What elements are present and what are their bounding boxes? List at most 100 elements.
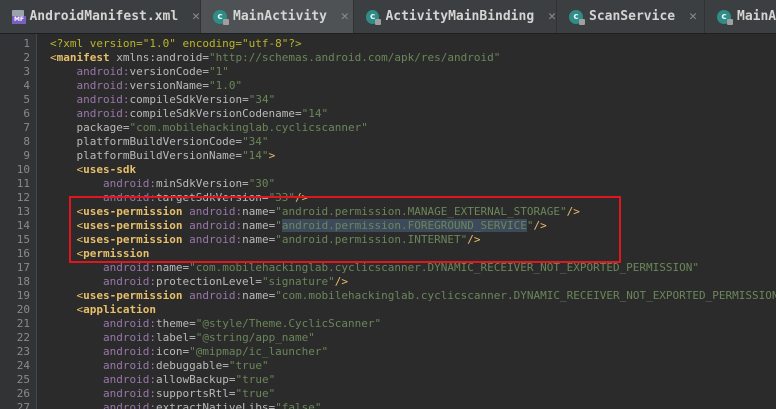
tab-activity-main-binding[interactable]: c ActivityMainBinding ✕	[354, 0, 557, 33]
code-token: name=	[242, 205, 276, 218]
close-icon[interactable]: ✕	[192, 9, 200, 24]
code-token: >	[268, 149, 276, 162]
code-token: android:	[50, 93, 130, 106]
code-line[interactable]: 3 android:versionCode="1"	[0, 65, 776, 79]
code-text: android:name="com.mobilehackinglab.cycli…	[50, 261, 699, 275]
code-line[interactable]: 26 android:supportsRtl="true"	[0, 387, 776, 401]
line-number: 19	[16, 289, 30, 302]
line-number: 13	[16, 205, 30, 218]
code-token: <	[50, 205, 84, 218]
tab-main-activity[interactable]: c MainActivity ✕	[201, 0, 354, 33]
code-token: label=	[155, 331, 196, 344]
line-number: 26	[16, 387, 30, 400]
code-text: android:protectionLevel="signature"/>	[50, 275, 348, 289]
code-line[interactable]: 20 <application	[0, 303, 776, 317]
code-token: android:	[50, 261, 156, 274]
code-text: platformBuildVersionCode="34"	[50, 135, 268, 149]
line-number: 23	[16, 345, 30, 358]
code-line[interactable]: 18 android:protectionLevel="signature"/>	[0, 275, 776, 289]
tab-android-manifest[interactable]: MF AndroidManifest.xml ✕	[0, 0, 201, 33]
code-token: />	[467, 233, 481, 246]
code-token: android:	[182, 219, 243, 232]
code-token: "com.mobilehackinglab.cyclicscanner.DYNA…	[189, 261, 700, 274]
code-token: <	[50, 51, 57, 64]
code-token: <	[50, 163, 84, 176]
code-token: uses-permission	[83, 205, 183, 218]
code-token: "http://schemas.android.com/apk/res/andr…	[208, 51, 501, 64]
close-icon[interactable]: ✕	[689, 9, 697, 24]
code-line[interactable]: 25 android:allowBackup="true"	[0, 373, 776, 387]
code-token: />	[533, 219, 547, 232]
code-line[interactable]: 2 <manifest xmlns:android="http://schemas…	[0, 51, 776, 65]
code-token: icon=	[155, 345, 190, 358]
code-token: android:	[182, 289, 243, 302]
line-number: 18	[16, 275, 30, 288]
code-line[interactable]: 6 android:compileSdkVersionCodename="14"	[0, 107, 776, 121]
code-line[interactable]: 10 <uses-sdk	[0, 163, 776, 177]
code-line[interactable]: 21 android:theme="@style/Theme.CyclicSca…	[0, 317, 776, 331]
code-line[interactable]: 23 android:icon="@mipmap/ic_launcher"	[0, 345, 776, 359]
code-text: <permission	[50, 247, 149, 261]
code-token: "1.0"	[208, 79, 243, 92]
code-token: allowBackup=	[155, 373, 236, 386]
code-token: android:	[50, 359, 156, 372]
tab-label: ActivityMainBinding	[385, 9, 535, 24]
code-token: uses-sdk	[83, 163, 137, 176]
code-token: "14"	[242, 149, 269, 162]
line-number: 7	[23, 121, 30, 134]
code-line[interactable]: 7 package="com.mobilehackinglab.cyclicsc…	[0, 121, 776, 135]
code-line[interactable]: 19 <uses-permission android:name="com.mo…	[0, 289, 776, 303]
tab-main-ac-truncated[interactable]: c MainAc	[705, 0, 776, 33]
code-line[interactable]: 27 android:extractNativeLibs="false"	[0, 401, 776, 409]
tab-scan-service[interactable]: c ScanService ✕	[557, 0, 705, 33]
code-editor[interactable]: 1 <?xml version="1.0" encoding="utf-8"?> 2…	[0, 34, 776, 409]
code-token: />	[334, 275, 349, 288]
line-number: 20	[16, 303, 30, 316]
line-number: 11	[16, 177, 30, 190]
code-line[interactable]: 22 android:label="@string/app_name"	[0, 331, 776, 345]
code-line[interactable]: 4 android:versionName="1.0"	[0, 79, 776, 93]
code-line[interactable]: 16 <permission	[0, 247, 776, 261]
code-line[interactable]: 9 platformBuildVersionName="14">	[0, 149, 776, 163]
line-number: 9	[23, 149, 30, 162]
code-token: android:	[50, 107, 130, 120]
code-token: versionCode=	[129, 65, 209, 78]
code-line[interactable]: 13 <uses-permission android:name="androi…	[0, 205, 776, 219]
code-token: "android.permission.MANAGE_EXTERNAL_STOR…	[275, 205, 567, 218]
class-icon: c	[213, 9, 229, 25]
close-icon[interactable]: ✕	[341, 9, 349, 24]
code-token: android:	[50, 401, 156, 409]
line-number: 4	[23, 79, 30, 92]
code-token: <?xml version="1.0" encoding="utf-8"?>	[50, 37, 302, 50]
code-text: android:theme="@style/Theme.CyclicScanne…	[50, 317, 381, 331]
code-text: <application	[50, 303, 156, 317]
code-token: "true"	[228, 359, 269, 372]
code-token: "false"	[275, 401, 322, 409]
code-text: <uses-permission android:name="android.p…	[50, 233, 481, 247]
code-token: theme=	[155, 317, 196, 330]
code-token: xmlns:android=	[109, 51, 209, 64]
code-line[interactable]: 11 android:minSdkVersion="30"	[0, 177, 776, 191]
line-number: 1	[23, 37, 30, 50]
code-token: android:	[50, 65, 130, 78]
code-text: android:debuggable="true"	[50, 359, 269, 373]
code-line[interactable]: 8 platformBuildVersionCode="34"	[0, 135, 776, 149]
code-line[interactable]: 14 <uses-permission android:name="androi…	[0, 219, 776, 233]
code-line[interactable]: 17 android:name="com.mobilehackinglab.cy…	[0, 261, 776, 275]
selection-highlight: android.permission.FOREGROUND_SERVICE	[281, 219, 527, 232]
close-icon[interactable]: ✕	[548, 9, 556, 24]
code-line[interactable]: 15 <uses-permission android:name="androi…	[0, 233, 776, 247]
line-number: 2	[23, 51, 30, 64]
code-text: android:compileSdkVersionCodename="14"	[50, 107, 328, 121]
code-token: "14"	[301, 107, 329, 120]
code-token: <	[50, 303, 84, 316]
code-token: />	[295, 191, 309, 204]
code-line[interactable]: 1 <?xml version="1.0" encoding="utf-8"?>	[0, 37, 776, 51]
code-token: android:	[50, 345, 156, 358]
tab-label: AndroidManifest.xml	[29, 9, 179, 24]
code-token: "com.mobilehackinglab.cyclicscanner"	[129, 121, 368, 134]
code-line[interactable]: 12 android:targetSdkVersion="33"/>	[0, 191, 776, 205]
code-line[interactable]: 24 android:debuggable="true"	[0, 359, 776, 373]
code-text: android:label="@string/app_name"	[50, 331, 315, 345]
code-line[interactable]: 5 android:compileSdkVersion="34"	[0, 93, 776, 107]
